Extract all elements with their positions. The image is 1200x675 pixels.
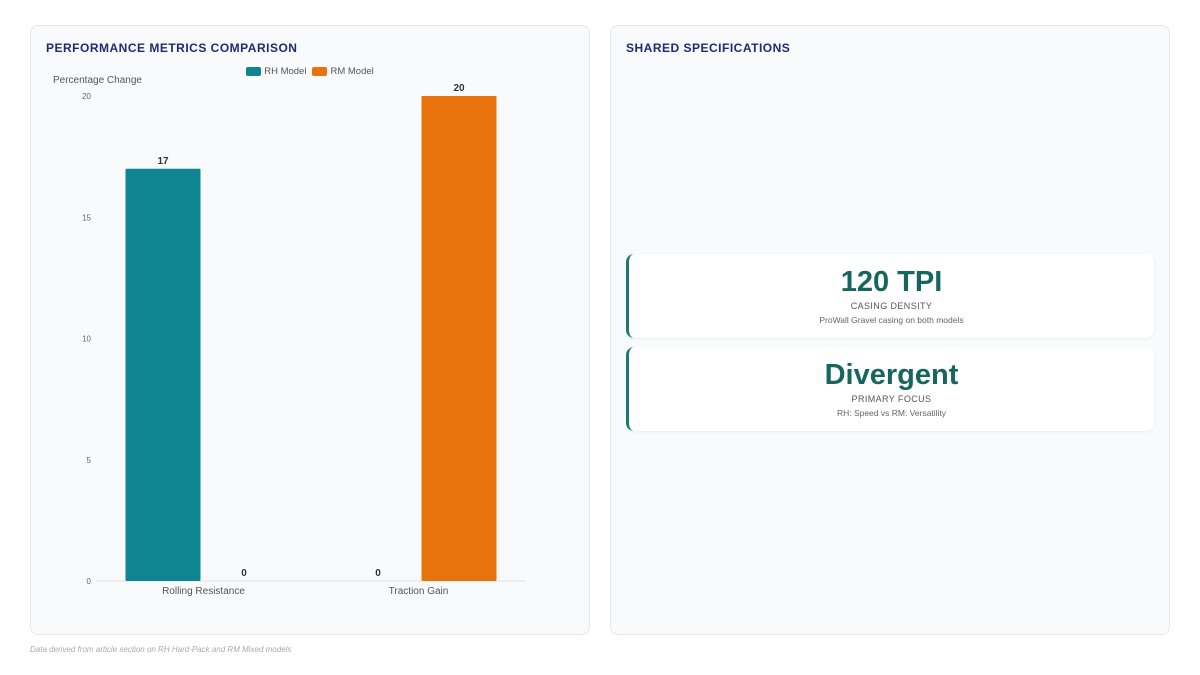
x-tick-label: Traction Gain (389, 586, 449, 597)
chart-panel: PERFORMANCE METRICS COMPARISON RH Model … (30, 25, 590, 635)
footer-note: Data derived from article section on RH … (30, 645, 292, 654)
spec-note: ProWall Gravel casing on both models (819, 315, 964, 326)
bar-rh-model (125, 168, 201, 581)
spec-card-casing: 120 TPI CASING DENSITY ProWall Gravel ca… (626, 254, 1154, 338)
spec-value: Divergent (824, 358, 959, 391)
y-tick-label: 15 (82, 213, 91, 222)
spec-list: 120 TPI CASING DENSITY ProWall Gravel ca… (626, 254, 1154, 431)
specs-panel-title: SHARED SPECIFICATIONS (626, 41, 791, 55)
data-label: 0 (241, 568, 247, 579)
spec-card-focus: Divergent PRIMARY FOCUS RH: Speed vs RM:… (626, 347, 1154, 431)
x-tick-label: Rolling Resistance (162, 586, 245, 597)
bar-chart: 0 5 10 15 20 Rolling Resistance 17 0 Traction Ga… (82, 83, 526, 597)
y-tick-label: 0 (87, 577, 92, 586)
spec-label: PRIMARY FOCUS (851, 394, 932, 405)
spec-label: CASING DENSITY (850, 301, 933, 312)
data-label: 0 (375, 568, 381, 579)
y-tick-label: 5 (87, 456, 92, 465)
spec-value: 120 TPI (840, 265, 943, 298)
data-label: 20 (453, 83, 465, 94)
data-label: 17 (157, 156, 169, 167)
spec-note: RH: Speed vs RM: Versatility (836, 408, 947, 419)
bar-rm-model (421, 96, 497, 581)
y-tick-label: 20 (82, 92, 91, 101)
specs-panel: SHARED SPECIFICATIONS 120 TPI CASING DEN… (610, 25, 1170, 635)
y-tick-label: 10 (82, 335, 91, 344)
